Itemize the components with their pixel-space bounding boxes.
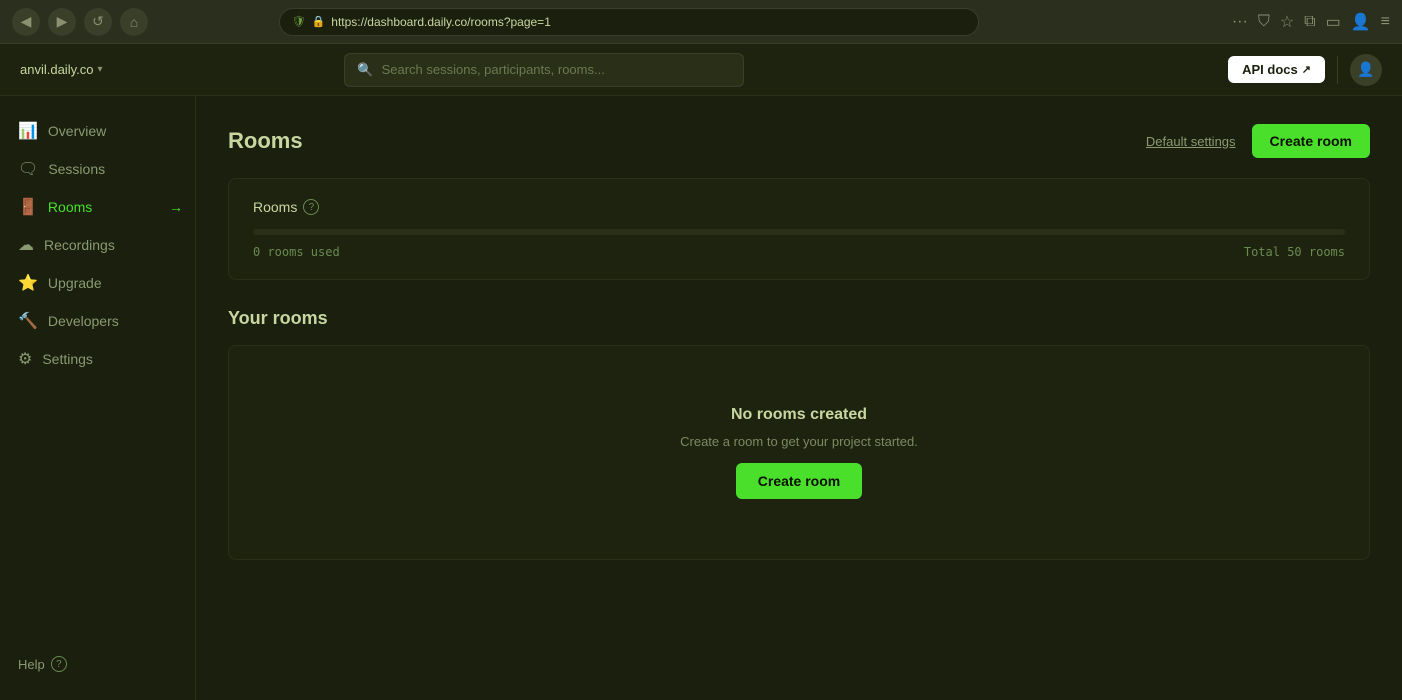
api-docs-button[interactable]: API docs ↗ (1228, 56, 1325, 83)
empty-rooms-title: No rooms created (731, 406, 867, 424)
sidebar-label-sessions: Sessions (48, 161, 105, 177)
sidebar-item-developers[interactable]: 🔨 Developers (0, 302, 195, 340)
home-button[interactable]: ⌂ (120, 8, 148, 36)
create-room-button-center[interactable]: Create room (736, 463, 862, 499)
page-title: Rooms (228, 128, 303, 154)
help-icon: ? (51, 656, 67, 672)
sidebar-item-settings[interactable]: ⚙ Settings (0, 340, 195, 378)
sidebar-item-upgrade[interactable]: ⭐ Upgrade (0, 264, 195, 302)
url-text: https://dashboard.daily.co/rooms?page=1 (331, 15, 551, 29)
sidebar-label-rooms: Rooms (48, 199, 92, 215)
more-icon[interactable]: ··· (1232, 13, 1248, 31)
rooms-card: Rooms ? 0 rooms used Total 50 rooms (228, 178, 1370, 280)
app-logo[interactable]: anvil.daily.co ▾ (20, 62, 103, 77)
library-icon[interactable]: ⧉ (1304, 13, 1315, 31)
empty-rooms-subtitle: Create a room to get your project starte… (680, 434, 918, 449)
sidebar-item-rooms[interactable]: 🚪 Rooms → (0, 188, 195, 226)
pocket-icon[interactable]: ⛉ (1258, 13, 1270, 31)
settings-icon: ⚙ (18, 349, 32, 369)
sidebar-label-recordings: Recordings (44, 237, 115, 253)
lock-icon: 🔒 (312, 15, 326, 28)
recordings-icon: ☁ (18, 235, 34, 255)
shield-icon: 🛡 (292, 15, 306, 28)
overview-icon: 📊 (18, 121, 38, 141)
sidebar-item-overview[interactable]: 📊 Overview (0, 112, 195, 150)
page-header-actions: Default settings Create room (1146, 124, 1370, 158)
forward-button[interactable]: ▶ (48, 8, 76, 36)
chevron-down-icon: ▾ (97, 64, 102, 75)
rooms-icon: 🚪 (18, 197, 38, 217)
sidebar-item-recordings[interactable]: ☁ Recordings (0, 226, 195, 264)
menu-icon[interactable]: ≡ (1381, 13, 1390, 31)
sidebar-help[interactable]: Help ? (0, 644, 195, 684)
header-divider (1337, 56, 1338, 84)
sidebar-label-settings: Settings (42, 351, 93, 367)
sidebar-label-upgrade: Upgrade (48, 275, 102, 291)
sidebar-label-developers: Developers (48, 313, 119, 329)
rooms-usage-labels: 0 rooms used Total 50 rooms (253, 245, 1345, 259)
help-label: Help (18, 657, 45, 672)
page-header: Rooms Default settings Create room (228, 124, 1370, 158)
star-icon[interactable]: ☆ (1280, 12, 1294, 32)
empty-rooms-card: No rooms created Create a room to get yo… (228, 345, 1370, 560)
search-input[interactable] (382, 62, 732, 77)
search-icon: 🔍 (357, 62, 373, 78)
rooms-card-header: Rooms ? (253, 199, 1345, 215)
sessions-icon: 🗨 (18, 159, 38, 179)
logo-text: anvil.daily.co (20, 62, 93, 77)
upgrade-icon: ⭐ (18, 273, 38, 293)
reload-button[interactable]: ↺ (84, 8, 112, 36)
profile-icon[interactable]: 👤 (1351, 12, 1371, 32)
back-button[interactable]: ◀ (12, 8, 40, 36)
rooms-used-label: 0 rooms used (253, 245, 340, 259)
rooms-total-label: Total 50 rooms (1244, 245, 1345, 259)
developers-icon: 🔨 (18, 311, 38, 331)
browser-right-controls: ··· ⛉ ☆ ⧉ ▭ 👤 ≡ (1232, 12, 1390, 32)
header-search[interactable]: 🔍 (344, 53, 744, 87)
external-link-icon: ↗ (1302, 63, 1311, 76)
app-layout: anvil.daily.co ▾ 🔍 API docs ↗ 👤 📊 Overvi… (0, 44, 1402, 700)
active-arrow-icon: → (169, 199, 183, 215)
browser-chrome: ◀ ▶ ↺ ⌂ 🛡 🔒 https://dashboard.daily.co/r… (0, 0, 1402, 44)
address-bar[interactable]: 🛡 🔒 https://dashboard.daily.co/rooms?pag… (279, 8, 979, 36)
rooms-progress-bar (253, 229, 1345, 235)
main-with-sidebar: 📊 Overview 🗨 Sessions 🚪 Rooms → ☁ Record… (0, 96, 1402, 700)
rooms-card-title: Rooms (253, 199, 297, 215)
user-avatar[interactable]: 👤 (1350, 54, 1382, 86)
app-header: anvil.daily.co ▾ 🔍 API docs ↗ 👤 (0, 44, 1402, 96)
tablet-icon[interactable]: ▭ (1326, 12, 1341, 32)
rooms-info-icon[interactable]: ? (303, 199, 319, 215)
sidebar-item-sessions[interactable]: 🗨 Sessions (0, 150, 195, 188)
create-room-button-header[interactable]: Create room (1252, 124, 1370, 158)
header-right: API docs ↗ 👤 (1228, 54, 1382, 86)
api-docs-label: API docs (1242, 62, 1298, 77)
sidebar-label-overview: Overview (48, 123, 106, 139)
main-content: Rooms Default settings Create room Rooms… (196, 96, 1402, 700)
default-settings-link[interactable]: Default settings (1146, 134, 1236, 149)
sidebar-spacer (0, 378, 195, 644)
sidebar: 📊 Overview 🗨 Sessions 🚪 Rooms → ☁ Record… (0, 96, 196, 700)
your-rooms-title: Your rooms (228, 308, 1370, 329)
